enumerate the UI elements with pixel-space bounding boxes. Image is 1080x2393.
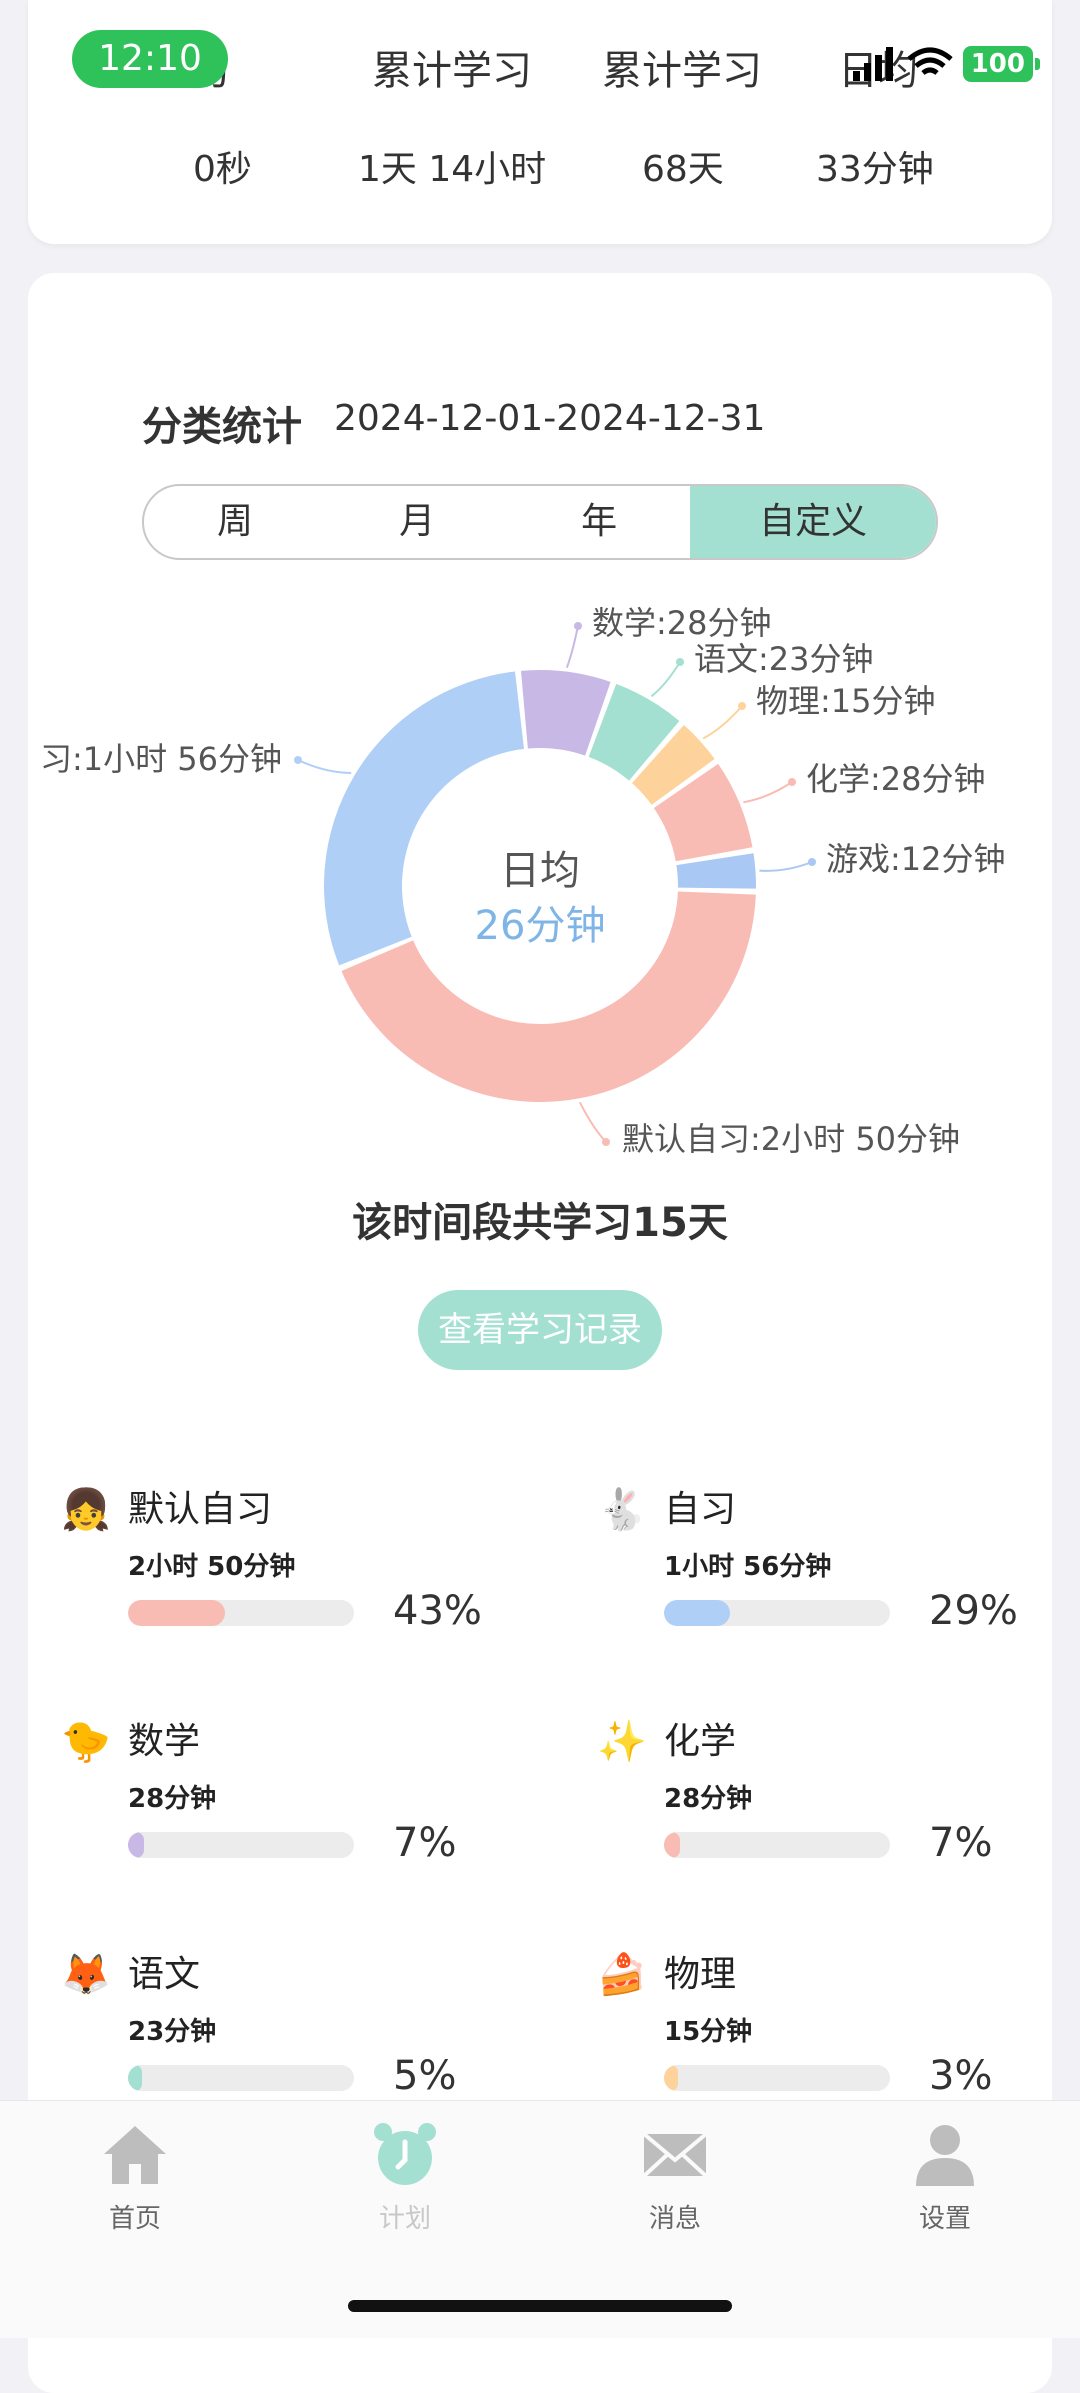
label-dot bbox=[788, 778, 796, 786]
rabbit-icon: 🐇 bbox=[597, 1487, 647, 1533]
slice-label: 数学:28分钟 bbox=[592, 604, 772, 642]
signal-icon bbox=[852, 47, 893, 81]
label-leader-line bbox=[650, 661, 681, 698]
category-progress-fill bbox=[128, 1600, 226, 1626]
alarm-clock-icon bbox=[374, 2123, 436, 2185]
category-percent: 5% bbox=[393, 2053, 457, 2099]
summary-value-3: 68天 bbox=[642, 149, 724, 190]
view-records-button[interactable]: 查看学习记录 bbox=[418, 1290, 662, 1370]
category-name: 数学 bbox=[128, 1721, 201, 1762]
label-dot bbox=[574, 622, 582, 630]
category-progress-track bbox=[128, 2065, 354, 2091]
category-progress-fill bbox=[664, 1600, 730, 1626]
tab-year[interactable]: 年 bbox=[508, 486, 690, 558]
status-icons: 100 bbox=[852, 42, 1040, 86]
slice-label: 物理:15分钟 bbox=[756, 682, 936, 720]
category-progress-track bbox=[128, 1832, 354, 1858]
summary-value-1: 0秒 bbox=[193, 149, 252, 190]
label-dot bbox=[738, 702, 746, 710]
home-indicator bbox=[348, 2300, 732, 2312]
battery-tip bbox=[1035, 58, 1040, 70]
label-dot bbox=[602, 1138, 610, 1146]
category-percent: 29% bbox=[929, 1588, 1018, 1634]
fox-icon: 🦊 bbox=[61, 1952, 111, 1998]
category-progress-track bbox=[664, 1600, 890, 1626]
slice-label: 默认自习:2小时 50分钟 bbox=[622, 1120, 960, 1158]
label-leader-line bbox=[565, 625, 579, 668]
label-leader-line bbox=[578, 1101, 607, 1143]
category-name: 默认自习 bbox=[128, 1489, 273, 1530]
slice-label: 化学:28分钟 bbox=[806, 760, 986, 798]
mail-icon bbox=[642, 2132, 708, 2178]
category-progress-track bbox=[128, 1600, 354, 1626]
slice-label: 语文:23分钟 bbox=[694, 640, 874, 678]
category-duration: 28分钟 bbox=[664, 1784, 753, 1814]
label-leader-line bbox=[743, 781, 793, 804]
sparkle-icon: ✨ bbox=[597, 1719, 647, 1765]
summary-label-3: 累计学习 bbox=[602, 48, 762, 94]
tab-month[interactable]: 月 bbox=[326, 486, 508, 558]
category-name: 语文 bbox=[128, 1954, 201, 1995]
category-name: 物理 bbox=[664, 1954, 737, 1995]
category-duration: 28分钟 bbox=[128, 1784, 217, 1814]
summary-value-2: 1天 14小时 bbox=[358, 149, 547, 190]
girl-avatar-icon: 👧 bbox=[61, 1487, 111, 1533]
label-dot bbox=[676, 658, 684, 666]
nav-home-label: 首页 bbox=[108, 2204, 161, 2234]
tab-week[interactable]: 周 bbox=[144, 486, 326, 558]
status-time: 12:10 bbox=[72, 30, 228, 88]
nav-home[interactable]: 首页 bbox=[55, 2120, 215, 2235]
label-dot bbox=[294, 756, 302, 764]
chart-center-value: 26分钟 bbox=[474, 903, 606, 949]
chart-center-label: 日均 bbox=[500, 848, 580, 894]
period-tabs: 周 月 年 自定义 bbox=[142, 484, 938, 560]
category-name: 自习 bbox=[664, 1489, 737, 1530]
category-percent: 7% bbox=[393, 1820, 457, 1866]
home-icon bbox=[104, 2126, 166, 2184]
summary-value-4: 33分钟 bbox=[816, 149, 934, 190]
cake-icon: 🍰 bbox=[597, 1952, 647, 1998]
nav-plan-label: 计划 bbox=[378, 2204, 431, 2234]
summary-label-2: 累计学习 bbox=[372, 48, 532, 94]
tab-custom[interactable]: 自定义 bbox=[690, 486, 936, 558]
category-percent: 7% bbox=[929, 1820, 993, 1866]
category-percent: 43% bbox=[393, 1588, 482, 1634]
category-duration: 1小时 56分钟 bbox=[664, 1552, 832, 1582]
nav-plan[interactable]: 计划 bbox=[325, 2120, 485, 2235]
section-title: 分类统计 bbox=[142, 404, 302, 450]
total-days-text: 该时间段共学习15天 bbox=[352, 1200, 728, 1246]
battery-level: 100 bbox=[962, 46, 1033, 82]
nav-settings-label: 设置 bbox=[918, 2204, 971, 2234]
nav-messages-label: 消息 bbox=[648, 2204, 701, 2234]
category-percent: 3% bbox=[929, 2053, 993, 2099]
category-duration: 2小时 50分钟 bbox=[128, 1552, 296, 1582]
slice-label: 习:1小时 56分钟 bbox=[40, 740, 282, 778]
wifi-icon bbox=[907, 47, 953, 75]
slice-label: 游戏:12分钟 bbox=[826, 840, 1006, 878]
label-leader-line bbox=[702, 705, 743, 740]
person-icon bbox=[916, 2125, 974, 2186]
nav-settings[interactable]: 设置 bbox=[865, 2120, 1025, 2235]
bird-icon: 🐤 bbox=[61, 1719, 111, 1765]
label-leader-line bbox=[297, 759, 352, 775]
date-range[interactable]: 2024-12-01-2024-12-31 bbox=[334, 398, 765, 439]
category-duration: 15分钟 bbox=[664, 2017, 753, 2047]
category-progress-track bbox=[664, 1832, 890, 1858]
nav-messages[interactable]: 消息 bbox=[595, 2120, 755, 2235]
label-dot bbox=[808, 858, 816, 866]
category-progress-track bbox=[664, 2065, 890, 2091]
category-duration: 23分钟 bbox=[128, 2017, 217, 2047]
label-leader-line bbox=[759, 861, 813, 872]
category-name: 化学 bbox=[664, 1721, 737, 1762]
